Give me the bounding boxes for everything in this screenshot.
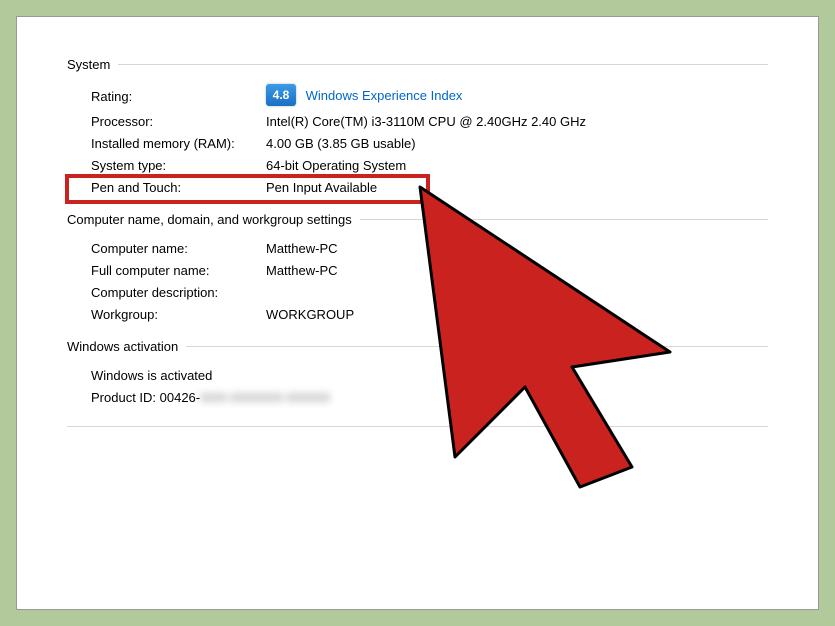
section-header-computer: Computer name, domain, and workgroup set… <box>67 212 768 227</box>
windows-experience-index-link[interactable]: Windows Experience Index <box>306 88 463 103</box>
divider <box>67 426 768 427</box>
processor-row: Processor: Intel(R) Core(TM) i3-3110M CP… <box>67 110 768 132</box>
system-type-value: 64-bit Operating System <box>266 158 768 173</box>
section-header-activation: Windows activation <box>67 339 768 354</box>
product-id: Product ID: 00426-XXX-XXXXXX-XXXXX <box>91 390 330 405</box>
activation-status: Windows is activated <box>91 368 212 383</box>
workgroup-label: Workgroup: <box>91 307 266 322</box>
computer-description-row: Computer description: <box>67 281 768 303</box>
product-id-row: Product ID: 00426-XXX-XXXXXX-XXXXX <box>67 386 768 408</box>
product-id-label: Product ID: <box>91 390 160 405</box>
ram-row: Installed memory (RAM): 4.00 GB (3.85 GB… <box>67 132 768 154</box>
computer-name-row: Computer name: Matthew-PC <box>67 237 768 259</box>
divider <box>118 64 768 65</box>
product-id-hidden: XXX-XXXXXX-XXXXX <box>200 390 330 405</box>
computer-name-label: Computer name: <box>91 241 266 256</box>
rating-badge: 4.8 <box>266 84 296 106</box>
rating-value: 4.8 Windows Experience Index <box>266 85 768 107</box>
section-title: System <box>67 57 118 72</box>
divider <box>360 219 768 220</box>
section-title: Computer name, domain, and workgroup set… <box>67 212 360 227</box>
workgroup-value: WORKGROUP <box>266 307 768 322</box>
full-computer-name-row: Full computer name: Matthew-PC <box>67 259 768 281</box>
activation-section: Windows activation Windows is activated … <box>67 339 768 408</box>
system-type-row: System type: 64-bit Operating System <box>67 154 768 176</box>
section-header-system: System <box>67 57 768 72</box>
computer-name-value: Matthew-PC <box>266 241 768 256</box>
system-properties-page: System Rating: 4.8 Windows Experience In… <box>16 16 819 610</box>
rating-label: Rating: <box>91 89 266 104</box>
ram-label: Installed memory (RAM): <box>91 136 266 151</box>
system-type-label: System type: <box>91 158 266 173</box>
processor-value: Intel(R) Core(TM) i3-3110M CPU @ 2.40GHz… <box>266 114 768 129</box>
divider <box>186 346 768 347</box>
section-title: Windows activation <box>67 339 186 354</box>
pen-touch-label: Pen and Touch: <box>91 180 266 195</box>
computer-description-label: Computer description: <box>91 285 266 300</box>
rating-row: Rating: 4.8 Windows Experience Index <box>67 82 768 110</box>
ram-value: 4.00 GB (3.85 GB usable) <box>266 136 768 151</box>
workgroup-row: Workgroup: WORKGROUP <box>67 303 768 325</box>
pen-touch-value: Pen Input Available <box>266 180 768 195</box>
full-computer-name-value: Matthew-PC <box>266 263 768 278</box>
processor-label: Processor: <box>91 114 266 129</box>
full-computer-name-label: Full computer name: <box>91 263 266 278</box>
activation-status-row: Windows is activated <box>67 364 768 386</box>
system-section: System Rating: 4.8 Windows Experience In… <box>67 57 768 198</box>
computer-section: Computer name, domain, and workgroup set… <box>67 212 768 325</box>
product-id-prefix: 00426- <box>160 390 200 405</box>
pen-touch-row: Pen and Touch: Pen Input Available <box>67 176 768 198</box>
